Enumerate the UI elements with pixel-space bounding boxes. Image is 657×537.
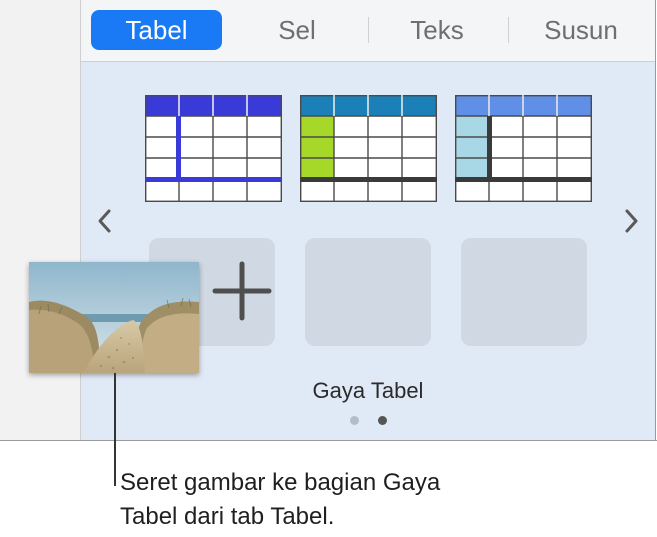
- format-inspector: Tabel Sel Teks Susun Gaya Tabel: [81, 0, 655, 440]
- tab-separator: [368, 17, 369, 43]
- tab-sel[interactable]: Sel: [249, 10, 345, 50]
- empty-style-slot[interactable]: [461, 238, 587, 346]
- callout-leader-line: [114, 373, 116, 486]
- inspector-tab-bar: Tabel Sel Teks Susun: [81, 0, 655, 62]
- frame-border: [0, 440, 657, 441]
- section-title-gaya-tabel: Gaya Tabel: [312, 378, 424, 403]
- page-indicator-dot-active[interactable]: [378, 416, 387, 425]
- chevron-left-icon[interactable]: [95, 206, 115, 236]
- tab-teks[interactable]: Teks: [381, 10, 493, 50]
- table-style-light-blue[interactable]: [455, 95, 592, 202]
- table-style-teal-lime[interactable]: [300, 95, 437, 202]
- tab-susun[interactable]: Susun: [521, 10, 641, 50]
- tab-tabel[interactable]: Tabel: [91, 10, 222, 50]
- table-style-blue[interactable]: [145, 95, 282, 202]
- caption-line-1: Seret gambar ke bagian Gaya: [120, 469, 441, 496]
- dragged-beach-photo[interactable]: [29, 262, 199, 373]
- tab-separator: [508, 17, 509, 43]
- document-canvas-edge: [0, 0, 81, 441]
- caption-line-2: Tabel dari tab Tabel.: [120, 503, 335, 530]
- chevron-right-icon[interactable]: [621, 206, 641, 236]
- plus-icon: [212, 261, 272, 321]
- page-indicator-dot[interactable]: [350, 416, 359, 425]
- frame-border: [655, 0, 656, 441]
- empty-style-slot[interactable]: [305, 238, 431, 346]
